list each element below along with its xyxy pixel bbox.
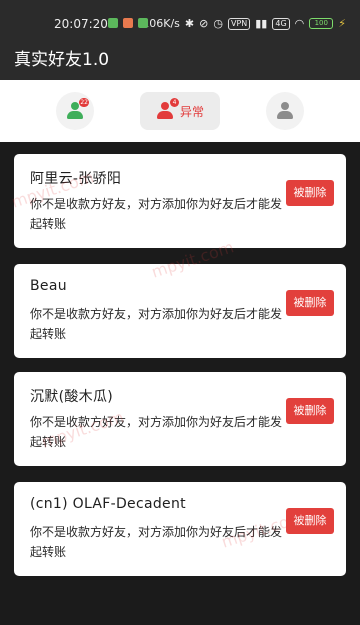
list-item: Beau 你不是收款方好友，对方添加你为好友后才能发起转账 被删除 xyxy=(14,264,346,358)
friend-status-description: 你不是收款方好友，对方添加你为好友后才能发起转账 xyxy=(30,197,283,231)
abnormal-user-icon: 4 xyxy=(156,98,179,120)
friend-name: 阿里云-张骄阳 xyxy=(30,171,122,187)
deleted-button[interactable]: 被删除 xyxy=(286,508,334,534)
tab-abnormal-label: 异常 xyxy=(179,104,204,119)
mute-icon: ⊘ xyxy=(199,17,209,30)
deleted-button[interactable]: 被删除 xyxy=(286,398,334,424)
list-item: 阿里云-张骄阳 你不是收款方好友，对方添加你为好友后才能发起转账 被删除 xyxy=(14,154,346,248)
friend-status-description: 你不是收款方好友，对方添加你为好友后才能发起转账 xyxy=(30,525,283,559)
list-item: (cn1) OLAF-Decadent 你不是收款方好友，对方添加你为好友后才能… xyxy=(14,482,346,576)
friends-count-badge: 22 xyxy=(79,98,89,107)
friend-name: 沉默(酸木瓜) xyxy=(30,389,114,405)
wifi-icon: ◠ xyxy=(294,17,305,30)
alarm-icon: ◷ xyxy=(213,17,223,30)
signal-type-badge: 4G xyxy=(272,17,290,30)
status-time: 20:07:20 xyxy=(54,17,108,31)
friend-status-description: 你不是收款方好友，对方添加你为好友后才能发起转账 xyxy=(30,307,283,341)
vpn-badge: VPN xyxy=(227,17,251,30)
list-item: 沉默(酸木瓜) 你不是收款方好友，对方添加你为好友后才能发起转账 被删除 xyxy=(14,372,346,466)
abnormal-friend-list: 阿里云-张骄阳 你不是收款方好友，对方添加你为好友后才能发起转账 被删除 Bea… xyxy=(0,142,360,625)
app-notification-icon xyxy=(138,18,148,28)
bluetooth-icon: ✱ xyxy=(184,17,195,30)
friend-name: Beau xyxy=(30,278,67,294)
tab-friends[interactable]: 22 xyxy=(56,92,94,130)
friend-status-description: 你不是收款方好友，对方添加你为好友后才能发起转账 xyxy=(30,415,283,449)
profile-icon xyxy=(276,102,294,120)
notification-icons xyxy=(108,18,148,28)
app-notification-icon xyxy=(108,18,118,28)
tab-abnormal[interactable]: 4 异常 xyxy=(140,92,220,130)
status-bar: 20:07:20 106K/s ✱ ⊘ ◷ VPN ▮▮ 4G ◠ 100 ⚡ xyxy=(0,0,360,46)
tab-strip: 22 4 异常 xyxy=(0,80,360,142)
signal-icon: ▮▮ xyxy=(255,17,268,30)
app-bar: 真实好友1.0 xyxy=(0,46,360,80)
app-title: 真实好友1.0 xyxy=(14,50,110,70)
app-notification-icon xyxy=(123,18,133,28)
friends-icon: 22 xyxy=(66,98,89,120)
abnormal-count-badge: 4 xyxy=(169,98,179,107)
status-right-area: 106K/s ✱ ⊘ ◷ VPN ▮▮ 4G ◠ 100 ⚡ xyxy=(142,17,346,30)
charging-icon: ⚡ xyxy=(338,17,346,30)
deleted-button[interactable]: 被删除 xyxy=(286,290,334,316)
friend-name: (cn1) OLAF-Decadent xyxy=(30,496,186,512)
tab-profile[interactable] xyxy=(266,92,304,130)
battery-icon: 100 xyxy=(309,18,334,29)
deleted-button[interactable]: 被删除 xyxy=(286,180,334,206)
